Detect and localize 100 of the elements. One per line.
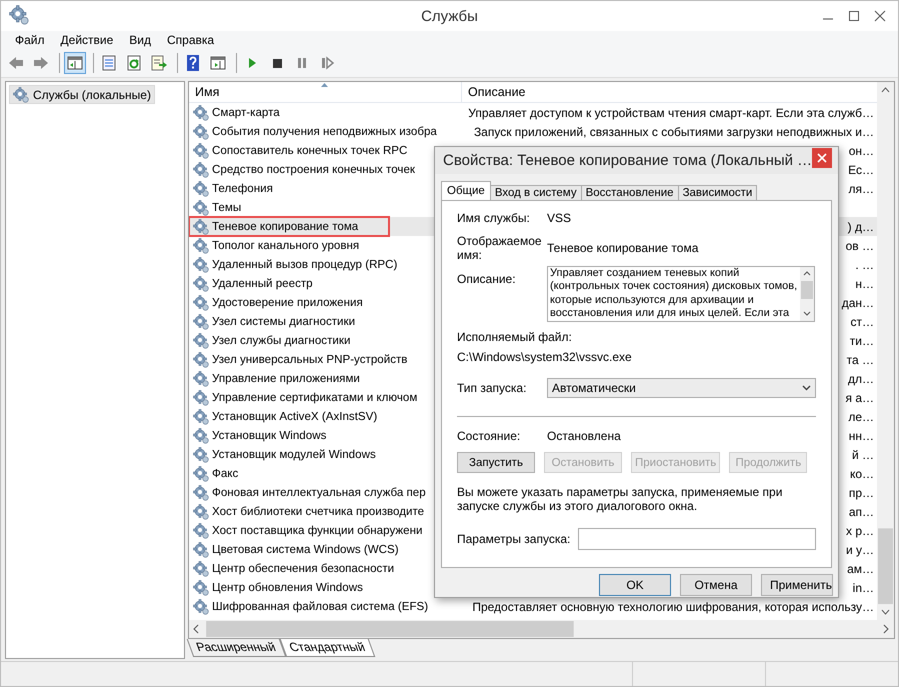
menu-item[interactable]: Действие — [52, 33, 122, 47]
export-list-icon — [150, 54, 168, 72]
close-icon — [817, 152, 828, 162]
service-name: Фоновая интеллектуальная служба пер — [212, 486, 426, 499]
service-name: Теневое копирование тома — [212, 220, 358, 233]
service-name: Смарт-карта — [212, 106, 280, 119]
dialog-tab[interactable]: Восстановление — [580, 185, 679, 200]
gear-icon — [193, 200, 209, 216]
menu-item[interactable]: Справка — [159, 33, 222, 47]
service-description: н… — [855, 276, 874, 290]
gear-icon — [193, 522, 209, 538]
service-name: Шифрованная файловая система (EFS) — [212, 600, 428, 613]
dialog-tab[interactable]: Зависимости — [678, 185, 758, 200]
service-name: Установщик Windows — [212, 429, 326, 442]
service-name: Хост библиотеки счетчика производите — [212, 505, 424, 518]
gear-icon — [193, 390, 209, 406]
dialog-tab[interactable]: Вход в систему — [490, 185, 582, 200]
gear-icon — [193, 294, 209, 310]
menu-item[interactable]: Файл — [7, 33, 53, 47]
startup-type-dropdown[interactable]: Автоматически — [547, 378, 816, 398]
service-name: Темы — [212, 201, 242, 214]
service-description: in… — [852, 580, 874, 594]
service-name: Цветовая система Windows (WCS) — [212, 543, 399, 556]
maximize-icon[interactable] — [848, 10, 860, 22]
gear-icon — [193, 332, 209, 348]
properties-icon — [100, 54, 118, 72]
field-label: Состояние: — [457, 429, 522, 443]
gear-icon — [193, 466, 209, 482]
back-arrow-icon — [7, 54, 25, 72]
service-description: и у… — [846, 542, 874, 556]
service-name: Факс — [212, 467, 238, 480]
dialog-button[interactable]: Отмена — [680, 574, 752, 596]
close-icon[interactable] — [874, 10, 886, 22]
show-tree-icon — [66, 54, 84, 72]
gear-icon — [193, 598, 209, 614]
service-control-button[interactable]: Запустить — [457, 452, 535, 473]
service-description: он… — [848, 144, 874, 158]
sort-arrow-icon — [321, 83, 328, 87]
service-description: пр… — [848, 486, 874, 500]
service-name: Установщик модулей Windows — [212, 448, 376, 461]
gear-icon — [193, 124, 209, 140]
service-name: Узел универсальных PNP-устройств — [212, 353, 408, 366]
service-name: Установщик ActiveX (AxInstSV) — [212, 410, 378, 423]
toolbar-button[interactable] — [64, 52, 86, 74]
console-icon — [209, 54, 227, 72]
dialog-button[interactable]: Применить — [761, 574, 833, 596]
service-name: Центр обновления Windows — [212, 581, 363, 594]
gear-icon — [193, 504, 209, 520]
field-label: Параметры запуска: — [457, 532, 570, 546]
menu-item[interactable]: Вид — [121, 33, 159, 47]
vertical-scrollbar[interactable] — [877, 82, 894, 620]
horizontal-scrollbar[interactable] — [189, 620, 894, 638]
service-description: Управляет доступом к устройствам чтения смарт-карт. Если эта служб… — [468, 106, 874, 120]
service-name: Телефония — [212, 182, 273, 195]
dialog-tab[interactable]: Общие — [441, 181, 491, 200]
service-description: ст… — [850, 314, 874, 328]
service-name: Узел службы диагностики — [212, 334, 350, 347]
gear-icon — [193, 162, 209, 178]
field-value: VSS — [547, 211, 572, 225]
column-header[interactable]: Имя — [189, 82, 462, 102]
scrollbar[interactable] — [800, 267, 814, 321]
gear-icon — [193, 580, 209, 596]
field-label: Описание: — [457, 272, 517, 286]
service-name: Удостоверение приложения — [212, 296, 363, 309]
service-name: Узел системы диагностики — [212, 315, 356, 328]
service-name: Сопоставитель конечных точек RPC — [212, 144, 408, 157]
service-name: Удаленный реестр — [212, 277, 313, 290]
service-name: Тополог канального уровня — [212, 239, 360, 252]
help-icon — [184, 54, 202, 72]
service-description: й … — [852, 448, 874, 462]
service-name: Хост поставщика функции обнаружени — [212, 524, 422, 537]
start-parameters-field[interactable] — [578, 528, 816, 550]
service-description: та … — [846, 352, 874, 366]
service-description: нн… — [848, 428, 874, 442]
gear-icon — [193, 180, 209, 196]
service-description: ко… — [850, 466, 874, 480]
service-name: Средство построения конечных точек — [212, 163, 415, 176]
service-description: Предоставляет основную технологию шифрования, которая использу… — [472, 600, 874, 614]
service-name: Управление приложениями — [212, 372, 360, 385]
service-description: ап… — [848, 504, 874, 518]
tree-item[interactable]: Службы (локальные) — [9, 85, 155, 104]
gear-icon — [193, 428, 209, 444]
column-header[interactable]: Описание — [462, 82, 877, 102]
service-name: Удаленный вызов процедур (RPC) — [212, 258, 398, 271]
field-value: Теневое копирование тома — [547, 241, 698, 255]
gear-icon — [193, 408, 209, 424]
dialog-button[interactable]: OK — [599, 574, 671, 596]
service-description: ля… — [848, 182, 874, 196]
service-description: ле… — [848, 410, 874, 424]
gear-icon — [193, 446, 209, 462]
service-description: дан… — [842, 296, 874, 310]
service-description: я а… — [845, 390, 874, 404]
status-value: Остановлена — [547, 429, 621, 443]
field-label: Имя службы: — [457, 211, 531, 225]
gear-icon — [193, 238, 209, 254]
view-tab[interactable]: Стандартный — [279, 639, 375, 657]
service-description: х р… — [846, 524, 874, 538]
view-tab[interactable]: Расширенный — [186, 639, 286, 657]
close-button[interactable] — [812, 148, 832, 168]
gear-icon — [193, 542, 209, 558]
